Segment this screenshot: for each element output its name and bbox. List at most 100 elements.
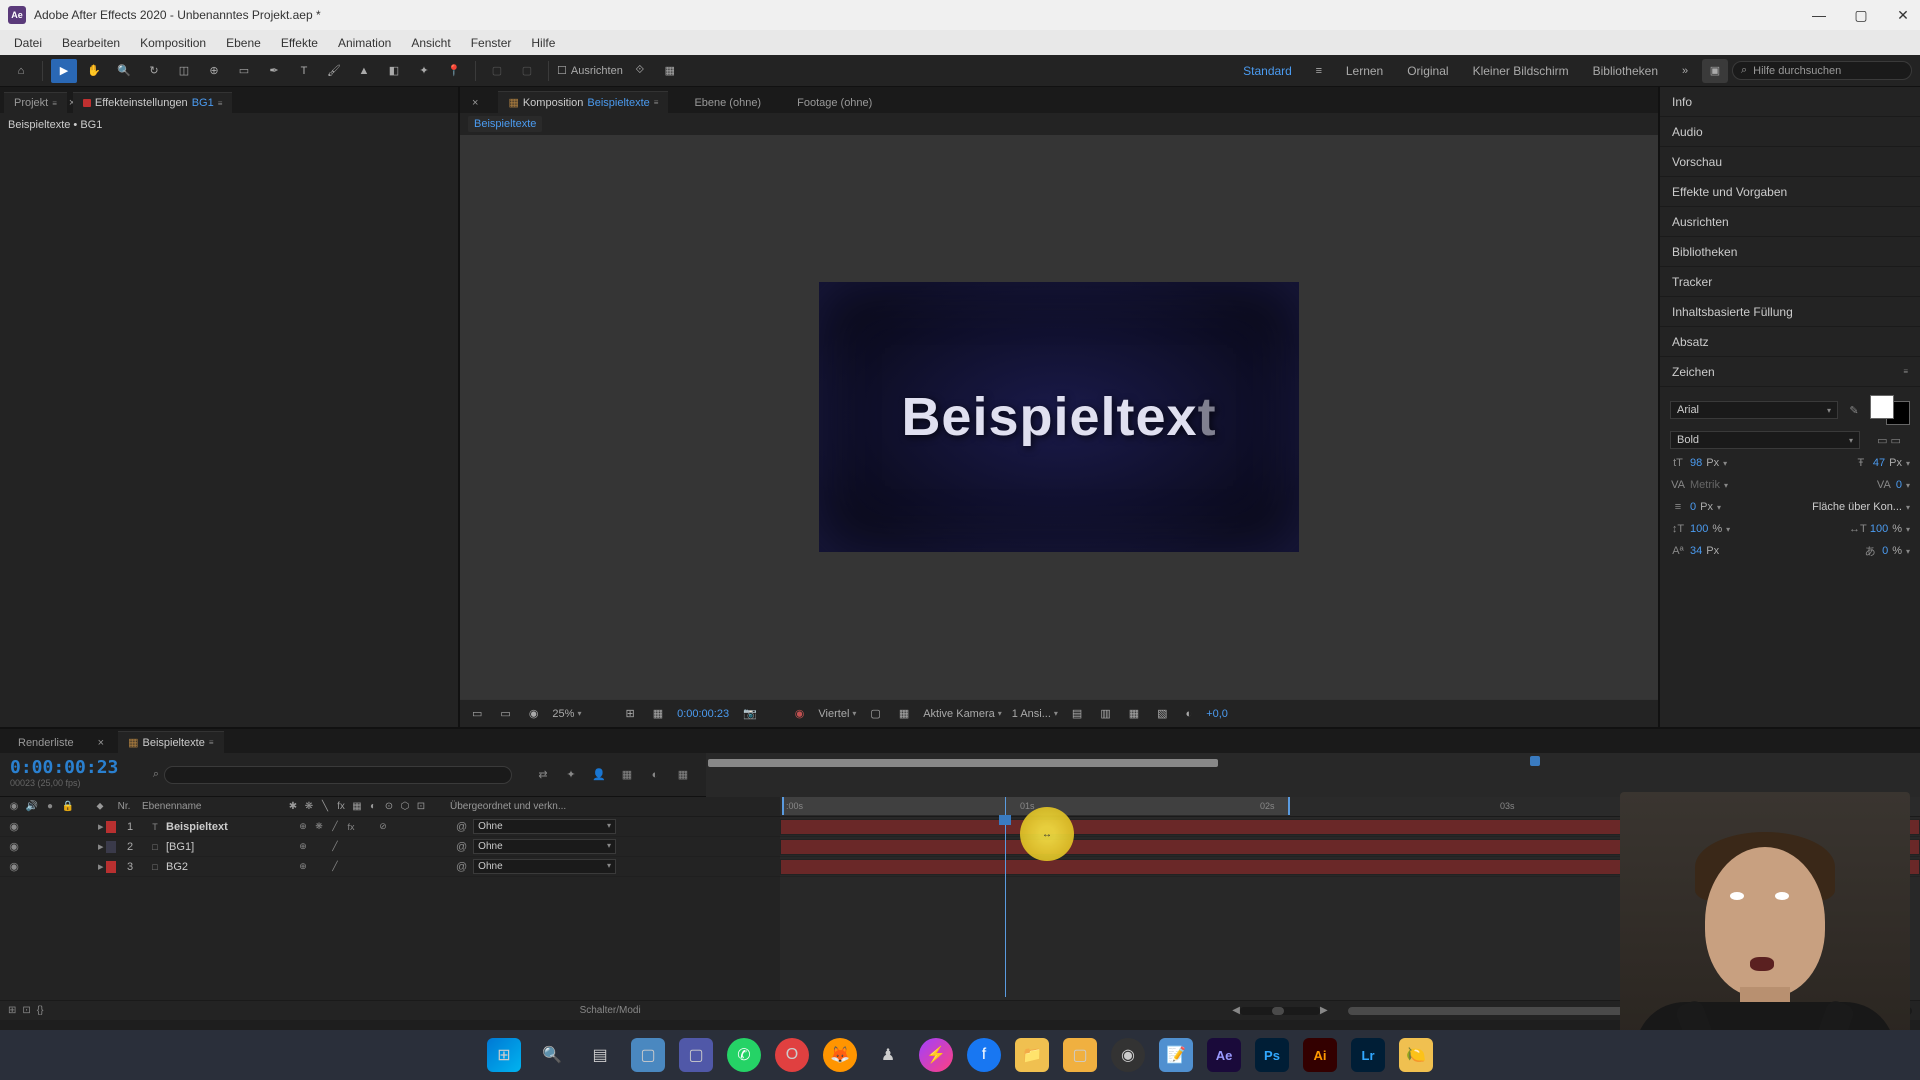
panel-bibliotheken[interactable]: Bibliotheken: [1660, 237, 1920, 267]
notepad-icon[interactable]: 📝: [1159, 1038, 1193, 1072]
zoom-tool[interactable]: 🔍: [111, 59, 137, 83]
close-button[interactable]: ✕: [1894, 6, 1912, 24]
roto-tool[interactable]: ✦: [411, 59, 437, 83]
panel-tracker[interactable]: Tracker: [1660, 267, 1920, 297]
layer-color-label[interactable]: [106, 821, 116, 833]
layer-name[interactable]: Beispieltext: [166, 821, 296, 833]
start-button[interactable]: ⊞: [487, 1038, 521, 1072]
photoshop-icon[interactable]: Ps: [1255, 1038, 1289, 1072]
views-dropdown[interactable]: 1 Ansi...▾: [1012, 708, 1058, 720]
obs-icon[interactable]: ◉: [1111, 1038, 1145, 1072]
parent-dropdown[interactable]: Ohne▾: [473, 839, 616, 854]
layer-row[interactable]: ◉ ▸ 1 T Beispieltext ⊕❋╱ fx⊘ @ Ohne▾: [0, 817, 780, 837]
view-icon-1[interactable]: ▤: [1068, 705, 1086, 722]
pen-tool[interactable]: ✒: [261, 59, 287, 83]
facebook-icon[interactable]: f: [967, 1038, 1001, 1072]
switches-toggle-button[interactable]: Schalter/Modi: [328, 1005, 892, 1016]
type-tool[interactable]: T: [291, 59, 317, 83]
grid-icon[interactable]: ▦: [657, 59, 683, 83]
layer-color-label[interactable]: [106, 861, 116, 873]
hscale-field[interactable]: ↔T 100 %▾: [1850, 521, 1910, 537]
pickwhip-icon[interactable]: @: [456, 841, 467, 853]
frame-blend-icon[interactable]: ▦: [616, 764, 638, 786]
eraser-tool[interactable]: ◧: [381, 59, 407, 83]
toggle-brackets-icon[interactable]: {}: [37, 1005, 44, 1016]
workspace-menu-icon[interactable]: ≡: [1306, 59, 1332, 83]
opera-icon[interactable]: O: [775, 1038, 809, 1072]
visibility-toggle[interactable]: ◉: [6, 840, 22, 854]
timeline-search-input[interactable]: [164, 766, 512, 784]
footer-timecode[interactable]: 0:00:00:23: [677, 708, 729, 720]
exposure-value[interactable]: +0,0: [1206, 708, 1228, 720]
brush-tool[interactable]: 🖌: [321, 59, 347, 83]
timecode-display[interactable]: 0:00:00:23 00023 (25,00 fps): [0, 753, 140, 796]
teams-icon[interactable]: ▢: [679, 1038, 713, 1072]
whatsapp-icon[interactable]: ✆: [727, 1038, 761, 1072]
view-icon-3[interactable]: ▦: [1125, 705, 1143, 722]
layer-name[interactable]: [BG1]: [166, 841, 296, 853]
work-area-bar[interactable]: [708, 759, 1218, 767]
comp-flowchart-icon[interactable]: ⇄: [532, 764, 554, 786]
breadcrumb-item[interactable]: Beispieltexte: [468, 116, 542, 132]
layer-color-label[interactable]: [106, 841, 116, 853]
folder-icon[interactable]: 📁: [1015, 1038, 1049, 1072]
tsume-field[interactable]: あ 0 %▾: [1862, 543, 1910, 559]
toggle-modes-icon[interactable]: ⊡: [22, 1005, 30, 1016]
menu-datei[interactable]: Datei: [4, 36, 52, 50]
eyedropper-icon[interactable]: ✎: [1846, 402, 1862, 418]
playhead-handle[interactable]: [999, 815, 1011, 825]
mask-icon[interactable]: ◉: [525, 705, 543, 722]
pickwhip-icon[interactable]: @: [456, 821, 467, 833]
menu-fenster[interactable]: Fenster: [461, 36, 522, 50]
minimize-button[interactable]: —: [1810, 6, 1828, 24]
monitor-icon[interactable]: ▭: [496, 705, 514, 722]
home-button[interactable]: ⌂: [8, 59, 34, 83]
clone-tool[interactable]: ▲: [351, 59, 377, 83]
tab-footage[interactable]: Footage (ohne): [787, 93, 882, 113]
menu-ansicht[interactable]: Ansicht: [401, 36, 460, 50]
shy-icon[interactable]: 👤: [588, 764, 610, 786]
snap-checkbox[interactable]: ☐Ausrichten: [557, 64, 623, 77]
after-effects-icon[interactable]: Ae: [1207, 1038, 1241, 1072]
selection-tool[interactable]: ▶: [51, 59, 77, 83]
puppet-tool[interactable]: 📍: [441, 59, 467, 83]
app-icon[interactable]: 🍋: [1399, 1038, 1433, 1072]
panel-absatz[interactable]: Absatz: [1660, 327, 1920, 357]
app-icon[interactable]: ♟: [871, 1038, 905, 1072]
snap-options-icon[interactable]: ⟐: [627, 59, 653, 83]
timeline-zoom-slider[interactable]: [1240, 1007, 1320, 1015]
panel-vorschau[interactable]: Vorschau: [1660, 147, 1920, 177]
leading-field[interactable]: Ŧ 47 Px▾: [1853, 455, 1910, 471]
channel-icon[interactable]: ◉: [791, 705, 809, 722]
help-search[interactable]: ⌕ Hilfe durchsuchen: [1732, 61, 1912, 80]
work-area-end-handle[interactable]: [1530, 756, 1540, 766]
tab-projekt[interactable]: Projekt ≡: [4, 92, 67, 113]
stroke-swatch[interactable]: ▢: [514, 59, 540, 83]
firefox-icon[interactable]: 🦊: [823, 1038, 857, 1072]
tab-timeline-comp[interactable]: ▦ Beispieltexte ≡: [118, 731, 223, 753]
fill-over-dropdown[interactable]: Fläche über Kon...▾: [1812, 501, 1910, 513]
menu-ebene[interactable]: Ebene: [216, 36, 271, 50]
workspace-bibliotheken[interactable]: Bibliotheken: [1583, 62, 1668, 80]
tab-ebene[interactable]: Ebene (ohne): [684, 93, 771, 113]
panel-audio[interactable]: Audio: [1660, 117, 1920, 147]
workspace-original[interactable]: Original: [1397, 62, 1458, 80]
hand-tool[interactable]: ✋: [81, 59, 107, 83]
panel-toggle-icon[interactable]: ▣: [1702, 59, 1728, 83]
layer-name[interactable]: BG2: [166, 861, 296, 873]
grid-icon[interactable]: ▦: [649, 705, 667, 722]
draft3d-icon[interactable]: ✦: [560, 764, 582, 786]
tab-komposition[interactable]: ▦ Komposition Beispieltexte ≡: [498, 91, 668, 113]
menu-hilfe[interactable]: Hilfe: [521, 36, 565, 50]
snapshot-icon[interactable]: 📷: [739, 705, 761, 722]
pickwhip-icon[interactable]: @: [456, 861, 467, 873]
font-family-dropdown[interactable]: Arial▾: [1670, 401, 1838, 419]
panel-ausrichten[interactable]: Ausrichten: [1660, 207, 1920, 237]
workspace-standard[interactable]: Standard: [1233, 62, 1302, 80]
color-swatches[interactable]: [1870, 395, 1910, 425]
font-size-field[interactable]: tT 98 Px▾: [1670, 455, 1727, 471]
zoom-out-icon[interactable]: ◀: [1232, 1005, 1240, 1016]
kerning-field[interactable]: VA Metrik▾: [1670, 477, 1728, 493]
task-view-button[interactable]: ▤: [583, 1038, 617, 1072]
zoom-in-icon[interactable]: ▶: [1320, 1005, 1328, 1016]
